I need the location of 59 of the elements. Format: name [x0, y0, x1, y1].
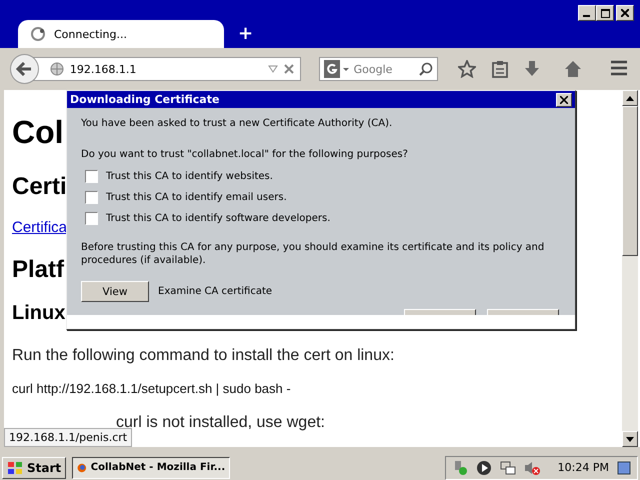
scrollbar-thumb[interactable]: [622, 106, 638, 256]
loading-icon: [30, 26, 46, 42]
address-text: 192.168.1.1: [70, 62, 138, 76]
maximize-button[interactable]: [596, 5, 614, 21]
minimize-button[interactable]: [578, 5, 596, 21]
search-engine-icon: [324, 60, 350, 78]
dropdown-icon[interactable]: [268, 65, 278, 73]
play-icon[interactable]: [476, 460, 492, 476]
back-arrow-icon: [16, 62, 32, 76]
up-arrow-icon: [626, 96, 634, 100]
close-icon: [560, 96, 568, 104]
monitor-icon[interactable]: [500, 460, 516, 476]
subsection-heading: Linux: [12, 302, 66, 325]
page-link[interactable]: Certifica: [12, 219, 68, 236]
down-arrow-icon: [626, 436, 634, 442]
checkbox[interactable]: [85, 191, 98, 204]
clear-icon[interactable]: [284, 64, 294, 74]
star-icon: [458, 60, 476, 78]
start-button[interactable]: Start: [2, 456, 66, 478]
command-text: curl http://192.168.1.1/setupcert.sh | sudo bash -: [12, 381, 291, 396]
close-button[interactable]: [616, 5, 634, 21]
globe-icon: [50, 62, 64, 76]
clipboard-icon: [492, 60, 508, 78]
home-icon: [564, 60, 582, 78]
taskbar-window-button[interactable]: CollabNet - Mozilla Fir...: [72, 456, 230, 478]
back-button[interactable]: [10, 54, 39, 84]
dialog-title: Downloading Certificate: [70, 93, 220, 106]
dialog-message: You have been asked to trust a new Certificate Authority (CA).: [81, 118, 394, 129]
checkbox[interactable]: [85, 212, 98, 225]
browser-tab[interactable]: Connecting...: [18, 20, 224, 48]
search-box[interactable]: Google: [318, 57, 438, 81]
scroll-up-button[interactable]: [622, 90, 638, 106]
new-tab-button[interactable]: +: [238, 25, 254, 43]
windows-flag-icon: [7, 460, 23, 474]
section-heading: Certi: [12, 173, 67, 201]
menu-icon: [610, 60, 628, 76]
checkbox-label[interactable]: Trust this CA to identify websites.: [106, 171, 273, 182]
tab-title: Connecting...: [54, 28, 127, 40]
close-icon: [621, 9, 629, 17]
status-url: 192.168.1.1/penis.crt: [4, 428, 132, 447]
view-button[interactable]: View: [81, 281, 149, 302]
checkbox-label[interactable]: Trust this CA to identify email users.: [106, 192, 287, 203]
page-heading: Col: [12, 114, 64, 151]
section-heading: Platf: [12, 256, 64, 284]
dialog-question: Do you want to trust "collabnet.local" for the following purposes?: [81, 149, 409, 160]
paragraph: Run the following command to install the cert on linux:: [12, 347, 394, 365]
display-icon[interactable]: [617, 460, 631, 474]
download-arrow-icon: [524, 60, 540, 78]
checkbox[interactable]: [85, 170, 98, 183]
search-icon[interactable]: [419, 62, 433, 76]
dialog-close-button[interactable]: [556, 92, 572, 106]
scrollbar[interactable]: [622, 90, 638, 447]
clock: 10:24 PM: [558, 461, 609, 474]
dialog-advice: Before trusting this CA for any purpose, you should examine its certificate and its policy and procedures (if available).: [81, 241, 546, 267]
speaker-muted-icon[interactable]: [524, 460, 540, 476]
checkbox-label[interactable]: Trust this CA to identify software developers.: [106, 213, 330, 224]
view-hint: Examine CA certificate: [158, 286, 272, 297]
maximize-icon: [600, 8, 610, 18]
scroll-down-button[interactable]: [622, 431, 638, 447]
